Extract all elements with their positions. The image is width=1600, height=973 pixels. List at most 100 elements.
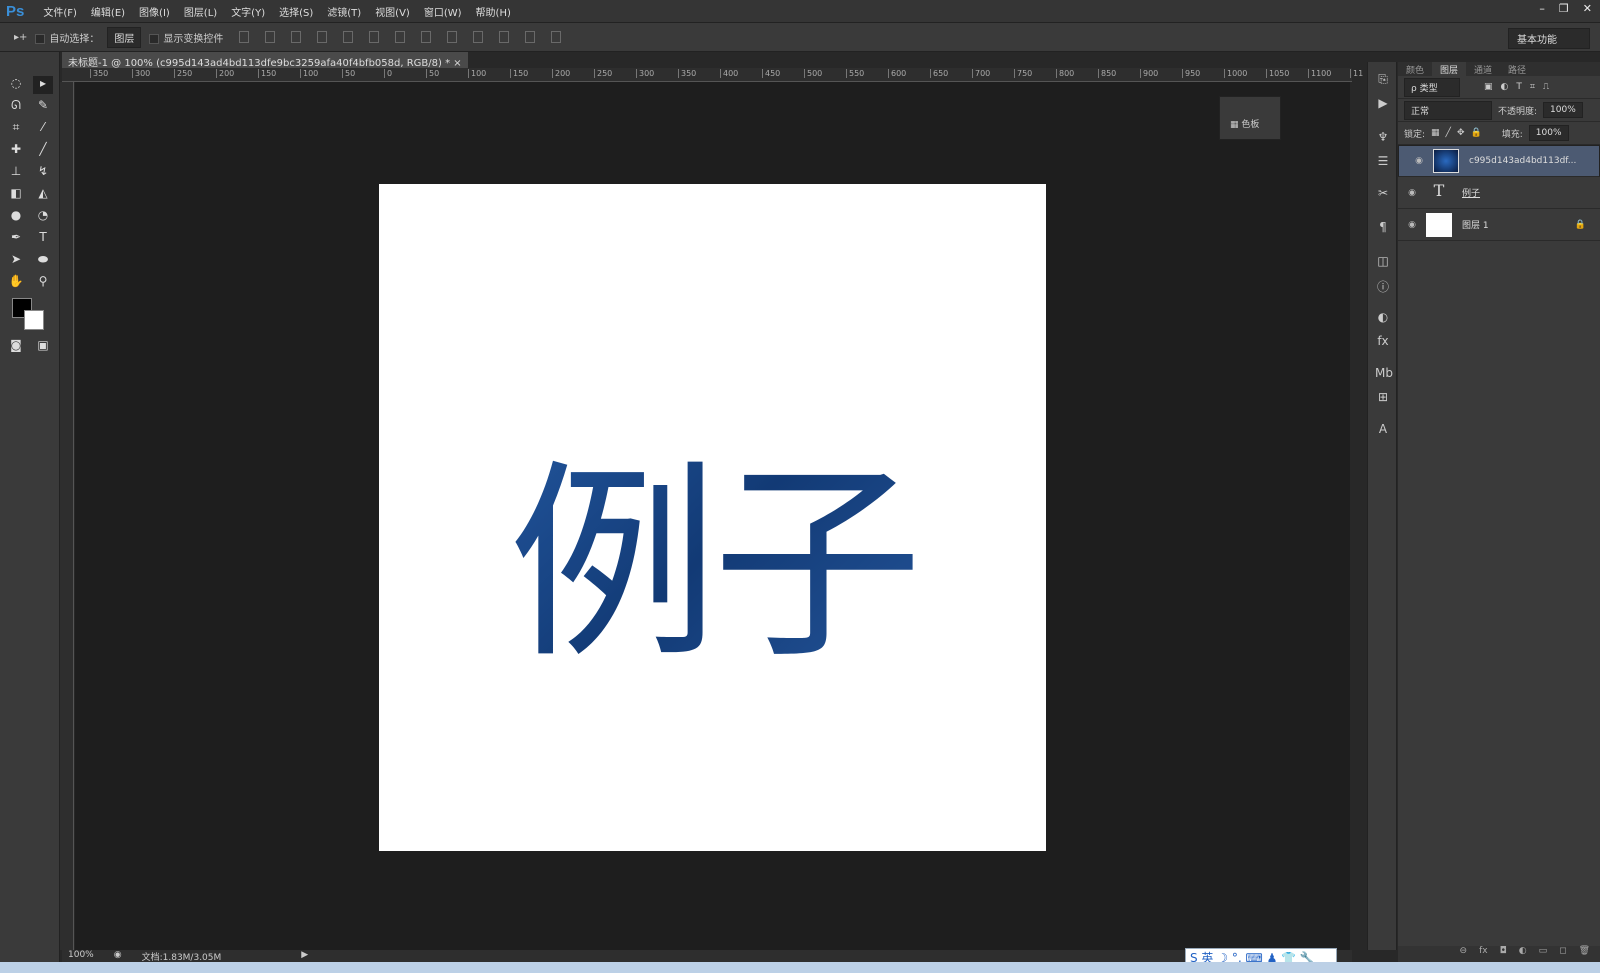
path-select-tool-icon[interactable]: ➤ [6, 252, 26, 270]
healing-tool-icon[interactable]: ✚ [6, 142, 26, 160]
align-bottom-icon[interactable] [291, 31, 302, 43]
paint-bucket-tool-icon[interactable]: ◭ [33, 186, 53, 204]
pen-tool-icon[interactable]: ✒ [6, 230, 26, 248]
doc-info-icon[interactable]: ◉ [114, 950, 122, 962]
menu-help[interactable]: 帮助(H) [469, 4, 518, 19]
show-transform-checkbox[interactable]: 显示变换控件 [149, 30, 223, 45]
distribute-top-icon[interactable] [395, 31, 406, 43]
eraser-tool-icon[interactable]: ◧ [6, 186, 26, 204]
history-brush-tool-icon[interactable]: ↯ [33, 164, 53, 182]
layer-filter-dropdown[interactable]: ρ 类型 [1404, 77, 1460, 97]
tool-presets-icon[interactable]: ☰ [1375, 154, 1391, 168]
menu-window[interactable]: 窗口(W) [417, 4, 469, 19]
opacity-label: 不透明度: [1498, 106, 1538, 117]
fill-field[interactable]: 100% [1528, 125, 1569, 141]
restore-button[interactable]: ❐ [1559, 2, 1569, 15]
actions-panel-icon[interactable]: ▶ [1375, 96, 1391, 110]
type-tool-icon[interactable]: T [33, 230, 53, 248]
background-color-swatch[interactable] [24, 310, 44, 330]
ellipse-tool-icon[interactable]: ⬬ [33, 252, 53, 270]
adjustments-icon[interactable]: ◫ [1375, 254, 1391, 268]
menu-layer[interactable]: 图层(L) [177, 4, 224, 19]
minimize-button[interactable]: – [1539, 2, 1545, 15]
tab-layers[interactable]: 图层 [1432, 62, 1467, 76]
filter-icons[interactable]: ▣◐T⌗⎍ [1484, 82, 1557, 92]
distribute-vcenter-icon[interactable] [421, 31, 432, 43]
adjustment-layer-icon[interactable]: ◐ [1519, 946, 1527, 962]
tab-paths[interactable]: 路径 [1500, 62, 1534, 76]
distribute-right-icon[interactable] [525, 31, 536, 43]
crop-tool-icon[interactable]: ⌗ [6, 120, 26, 138]
screen-mode-icon[interactable]: ▣ [33, 338, 53, 356]
move-tool-preset[interactable]: ▸+ [14, 32, 27, 43]
align-left-icon[interactable] [317, 31, 328, 43]
delete-layer-icon[interactable]: 🗑 [1579, 946, 1590, 962]
opacity-field[interactable]: 100% [1543, 102, 1583, 118]
layer-row-background[interactable]: ◉ 图层 1 🔒 [1398, 209, 1600, 241]
lasso-tool-icon[interactable]: ᘏ [6, 98, 26, 116]
layer-name: 例子 [1462, 189, 1481, 199]
menu-file[interactable]: 文件(F) [36, 4, 84, 19]
blend-mode-dropdown[interactable]: 正常 [1404, 100, 1492, 120]
document-tab[interactable]: 未标题-1 @ 100% (c995d143ad4bd113dfe9bc3259… [62, 52, 468, 69]
status-menu-arrow[interactable]: ▶ [301, 950, 308, 962]
eyedropper-tool-icon[interactable]: ⁄ [33, 120, 53, 138]
visibility-eye-icon[interactable]: ◉ [1398, 220, 1426, 230]
marquee-tool-icon[interactable]: ◌ [6, 76, 26, 94]
distribute-left-icon[interactable] [473, 31, 484, 43]
history-panel-icon[interactable]: ⎘ [1375, 72, 1391, 86]
dodge-tool-icon[interactable]: ◔ [33, 208, 53, 226]
menu-edit[interactable]: 编辑(E) [84, 4, 132, 19]
auto-align-icon[interactable] [551, 31, 562, 43]
hand-tool-icon[interactable]: ✋ [6, 274, 26, 292]
brush-tool-icon[interactable]: ╱ [33, 142, 53, 160]
document-canvas[interactable]: 例子 [379, 184, 1046, 851]
menu-filter[interactable]: 滤镜(T) [320, 4, 368, 19]
workspace-dropdown[interactable]: 基本功能 [1508, 28, 1590, 49]
info-icon[interactable]: ⓘ [1375, 278, 1391, 294]
align-top-icon[interactable] [239, 31, 250, 43]
distribute-hcenter-icon[interactable] [499, 31, 510, 43]
timeline-icon[interactable]: ⊞ [1375, 390, 1391, 404]
visibility-eye-icon[interactable]: ◉ [1405, 156, 1433, 166]
menu-view[interactable]: 视图(V) [368, 4, 417, 19]
styles-icon[interactable]: fx [1375, 334, 1391, 348]
quick-select-tool-icon[interactable]: ✎ [33, 98, 53, 116]
tab-channels[interactable]: 通道 [1466, 62, 1500, 76]
visibility-eye-icon[interactable]: ◉ [1398, 188, 1426, 198]
menu-image[interactable]: 图像(I) [132, 4, 177, 19]
brush-presets-icon[interactable]: ♆ [1375, 130, 1391, 144]
status-bar: 100% ◉ 文档:1.83M/3.05M ▶ [62, 950, 1352, 963]
layer-thumbnail [1426, 212, 1452, 237]
quick-mask-icon[interactable]: ◙ [6, 338, 26, 356]
clone-source-icon[interactable]: ✂ [1375, 186, 1391, 200]
lock-icons[interactable]: ▦╱✥🔒 [1431, 128, 1488, 138]
layer-row-text[interactable]: ◉ T 例子 [1398, 177, 1600, 209]
layer-row-smart-object[interactable]: ◉ c995d143ad4bd113df... [1398, 145, 1600, 177]
move-tool-icon[interactable]: ▸ [33, 76, 53, 94]
zoom-level[interactable]: 100% [68, 950, 94, 962]
menu-type[interactable]: 文字(Y) [224, 4, 272, 19]
navigator-icon[interactable]: ◐ [1375, 310, 1391, 324]
close-button[interactable]: ✕ [1583, 2, 1592, 15]
menu-select[interactable]: 选择(S) [272, 4, 320, 19]
zoom-tool-icon[interactable]: ⚲ [33, 274, 53, 292]
new-group-icon[interactable]: ▭ [1539, 946, 1548, 962]
paragraph-icon[interactable]: ¶ [1375, 220, 1391, 234]
blur-tool-icon[interactable]: ● [6, 208, 26, 226]
auto-select-target-dropdown[interactable]: 图层 [107, 26, 142, 48]
add-mask-icon[interactable]: ◘ [1500, 946, 1507, 962]
auto-select-checkbox[interactable]: 自动选择： [35, 30, 99, 45]
align-hcenter-icon[interactable] [343, 31, 354, 43]
swatches-mini-panel[interactable]: ▦ 色板 [1219, 96, 1281, 140]
align-right-icon[interactable] [369, 31, 380, 43]
mini-bridge-icon[interactable]: Mb [1375, 366, 1393, 380]
stamp-tool-icon[interactable]: ⊥ [6, 164, 26, 182]
layer-style-icon[interactable]: fx [1479, 946, 1488, 962]
new-layer-icon[interactable]: ◻ [1559, 946, 1566, 962]
tab-color[interactable]: 颜色 [1398, 62, 1432, 76]
distribute-bottom-icon[interactable] [447, 31, 458, 43]
align-vcenter-icon[interactable] [265, 31, 276, 43]
character-icon[interactable]: A [1375, 422, 1391, 436]
link-layers-icon[interactable]: ⊖ [1460, 946, 1468, 962]
